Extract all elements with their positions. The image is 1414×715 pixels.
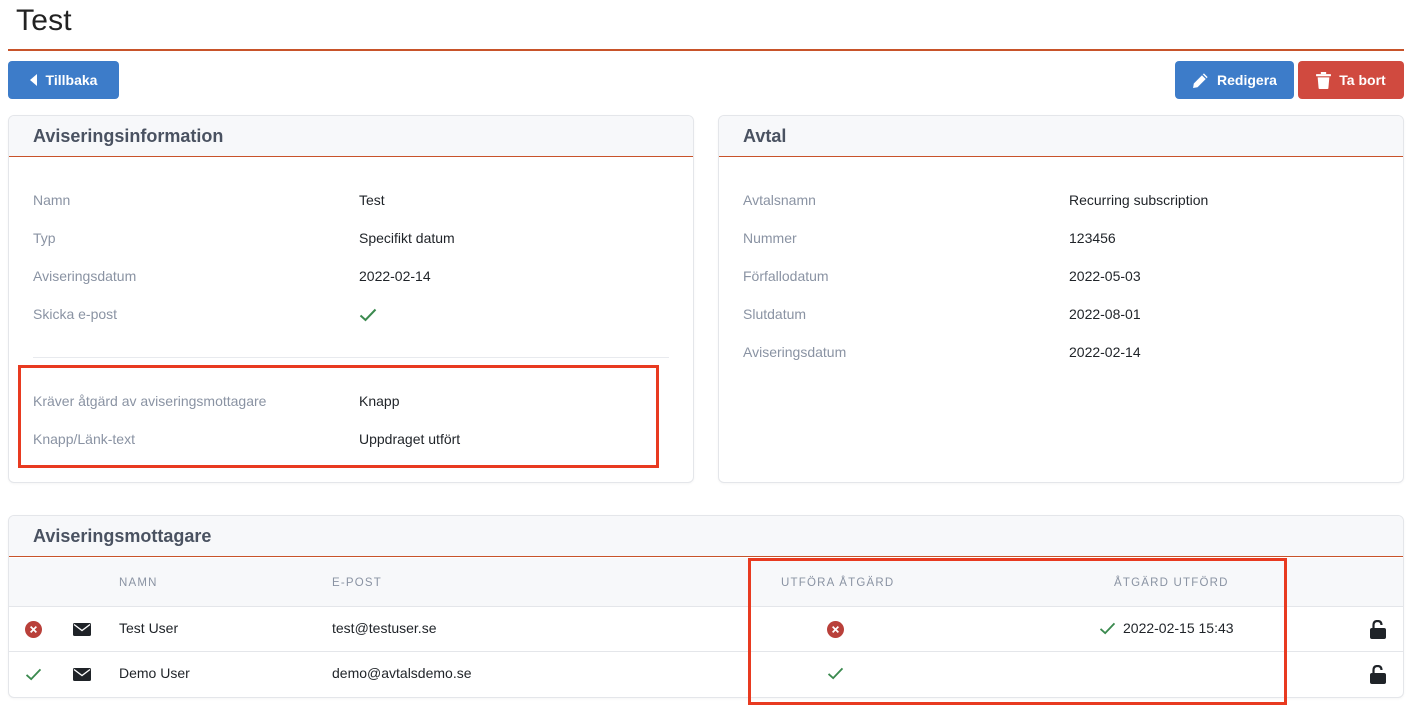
unlock-icon[interactable] [1369, 619, 1387, 642]
info-row-date: Aviseringsdatum 2022-02-14 [9, 268, 693, 288]
col-header-email: E-POST [332, 577, 383, 589]
contract-end-label: Slutdatum [743, 306, 807, 322]
info-row-name: Namn Test [9, 192, 693, 212]
col-header-name: NAMN [119, 577, 158, 589]
info-linktext-value: Uppdraget utfört [359, 431, 461, 447]
contract-name-label: Avtalsnamn [743, 192, 816, 208]
col-header-action-done: ÅTGÄRD UTFÖRD [1114, 577, 1229, 589]
contract-name-value: Recurring subscription [1069, 192, 1209, 208]
contract-due-value: 2022-05-03 [1069, 268, 1141, 284]
page-title: Test [16, 4, 72, 37]
envelope-icon [73, 623, 91, 639]
table-row: Demo User demo@avtalsdemo.se [9, 652, 1403, 697]
contract-card: Avtal Avtalsnamn Recurring subscription … [718, 115, 1404, 483]
contract-notify-label: Aviseringsdatum [743, 344, 847, 360]
info-email-label: Skicka e-post [33, 306, 118, 322]
contract-due-label: Förfallodatum [743, 268, 829, 284]
caret-left-icon [29, 74, 38, 86]
delete-button-label: Ta bort [1339, 72, 1386, 88]
delete-button[interactable]: Ta bort [1298, 61, 1404, 99]
contract-row-name: Avtalsnamn Recurring subscription [719, 192, 1403, 212]
contract-number-value: 123456 [1069, 230, 1116, 246]
table-row: Test User test@testuser.se 2022-02-15 15… [9, 607, 1403, 652]
info-date-value: 2022-02-14 [359, 268, 431, 284]
info-row-email: Skicka e-post [9, 306, 693, 326]
recipient-email: demo@avtalsdemo.se [332, 665, 472, 681]
info-date-label: Aviseringsdatum [33, 268, 137, 284]
pencil-icon [1192, 72, 1209, 89]
action-done-timestamp: 2022-02-15 15:43 [1123, 620, 1234, 636]
info-divider [33, 357, 669, 358]
info-name-value: Test [359, 192, 385, 208]
contract-row-end: Slutdatum 2022-08-01 [719, 306, 1403, 326]
info-row-linktext: Knapp/Länk-text Uppdraget utfört [9, 431, 693, 451]
info-row-type: Typ Specifikt datum [9, 230, 693, 250]
recipient-name: Demo User [119, 665, 190, 681]
trash-icon [1316, 71, 1332, 89]
contract-number-label: Nummer [743, 230, 797, 246]
contract-row-due: Förfallodatum 2022-05-03 [719, 268, 1403, 288]
recipient-email: test@testuser.se [332, 620, 437, 636]
title-divider [8, 49, 1404, 51]
edit-button-label: Redigera [1217, 72, 1277, 88]
col-header-do-action: UTFÖRA ÅTGÄRD [781, 577, 895, 589]
envelope-icon [73, 668, 91, 684]
recipients-title: Aviseringsmottagare [9, 516, 1403, 557]
info-type-value: Specifikt datum [359, 230, 455, 246]
info-action-label: Kräver åtgärd av aviseringsmottagare [33, 393, 267, 409]
notification-info-card: Aviseringsinformation Namn Test Typ Spec… [8, 115, 694, 483]
check-icon [25, 668, 42, 684]
check-icon [1099, 622, 1116, 638]
check-icon [827, 667, 844, 683]
info-row-action: Kräver åtgärd av aviseringsmottagare Kna… [9, 393, 693, 413]
error-circle-icon [827, 621, 844, 641]
recipient-name: Test User [119, 620, 179, 636]
back-button[interactable]: Tillbaka [8, 61, 119, 99]
info-name-label: Namn [33, 192, 71, 208]
check-icon [359, 308, 377, 325]
back-button-label: Tillbaka [45, 72, 98, 88]
recipients-card: Aviseringsmottagare NAMN E-POST UTFÖRA Å… [8, 515, 1404, 698]
error-circle-icon [25, 621, 42, 641]
edit-button[interactable]: Redigera [1175, 61, 1294, 99]
info-type-label: Typ [33, 230, 56, 246]
contract-notify-value: 2022-02-14 [1069, 344, 1141, 360]
info-action-value: Knapp [359, 393, 400, 409]
contract-row-notify: Aviseringsdatum 2022-02-14 [719, 344, 1403, 364]
contract-title: Avtal [719, 116, 1403, 157]
unlock-icon[interactable] [1369, 664, 1387, 687]
recipients-table-header: NAMN E-POST UTFÖRA ÅTGÄRD ÅTGÄRD UTFÖRD [9, 558, 1403, 607]
contract-end-value: 2022-08-01 [1069, 306, 1141, 322]
notification-info-title: Aviseringsinformation [9, 116, 693, 157]
contract-row-number: Nummer 123456 [719, 230, 1403, 250]
info-linktext-label: Knapp/Länk-text [33, 431, 135, 447]
